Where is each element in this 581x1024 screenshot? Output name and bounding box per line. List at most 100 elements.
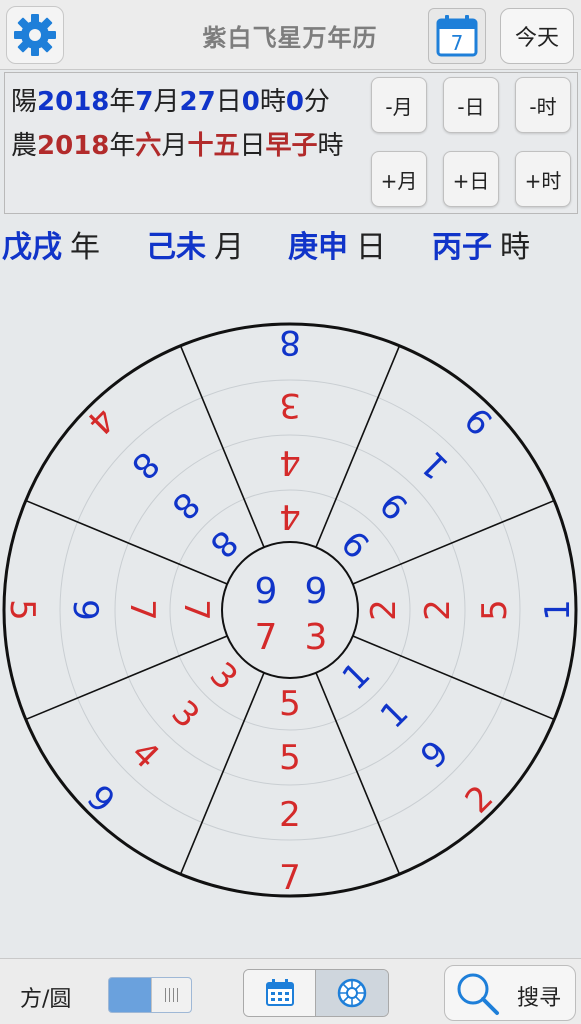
mode-label: 方/圆 <box>20 987 72 1012</box>
star-bottom-right-2: 9 <box>413 733 457 777</box>
star-right-4: 2 <box>364 599 404 621</box>
calendar-icon: 7 <box>436 15 478 57</box>
guide-ring-2 <box>114 434 466 786</box>
star-top-1: 8 <box>279 322 301 362</box>
center-top-left: 9 <box>255 571 278 612</box>
star-bottom-right-4: 1 <box>335 655 379 699</box>
lunar-hour-unit: 時 <box>317 131 344 161</box>
toggle-knob[interactable] <box>151 978 191 1012</box>
ganzhi-hour: 丙子時 <box>432 222 530 266</box>
star-bottom-right-1: 2 <box>458 778 502 822</box>
date-panel: 陽2018年7月27日0時0分 農2018年六月十五日早子時 -月 -日 -时 … <box>4 72 578 214</box>
circle-view-button[interactable] <box>316 970 388 1016</box>
star-top-4: 4 <box>279 496 301 536</box>
center-bottom-left: 7 <box>255 617 278 658</box>
solar-month: 7 <box>135 87 154 117</box>
compass-icon <box>337 978 367 1008</box>
square-round-toggle[interactable] <box>108 977 192 1013</box>
solar-hour-unit: 時 <box>259 87 286 117</box>
calendar-view-button[interactable] <box>244 970 316 1016</box>
chart-center: 9 9 7 3 <box>255 571 328 658</box>
star-top-left-2: 8 <box>123 443 167 487</box>
calendar-day-number: 7 <box>451 31 464 55</box>
ganzhi-year: 戊戌年 <box>2 222 100 266</box>
lunar-day-unit: 日 <box>239 131 266 161</box>
star-left-4: 7 <box>176 599 216 621</box>
minus-month-button[interactable]: -月 <box>371 77 427 133</box>
ganzhi-month: 己未月 <box>146 222 244 266</box>
star-top-right-1: 9 <box>458 399 502 443</box>
lunar-day: 十五 <box>187 131 240 161</box>
solar-year: 2018 <box>37 87 110 117</box>
lunar-month-unit: 月 <box>161 131 188 161</box>
star-top-3: 4 <box>279 442 301 482</box>
solar-minute: 0 <box>285 87 304 117</box>
lunar-date: 農2018年六月十五日早子時 <box>11 125 344 162</box>
flying-star-svg: 8344919915222911725594335 9 7 74888 9 9 7 3 <box>2 322 578 898</box>
star-left-2: 9 <box>65 599 105 621</box>
star-top-2: 3 <box>279 385 301 425</box>
bottom-bar: 方/圆 搜寻 <box>0 958 581 1024</box>
lunar-month: 六 <box>135 131 162 161</box>
star-bottom-3: 5 <box>279 738 301 778</box>
star-bottom-4: 5 <box>279 684 301 724</box>
search-button[interactable]: 搜寻 <box>444 965 576 1021</box>
ganzhi-day: 庚申日 <box>288 222 386 266</box>
star-bottom-right-3: 1 <box>373 693 417 737</box>
minus-day-button[interactable]: -日 <box>443 77 499 133</box>
day-stem: 庚申 <box>288 230 348 265</box>
hour-unit: 時 <box>500 230 530 265</box>
hour-stem: 丙子 <box>432 230 492 265</box>
star-top-right-2: 1 <box>413 443 457 487</box>
plus-day-button[interactable]: +日 <box>443 151 499 207</box>
star-right-3: 2 <box>418 599 458 621</box>
solar-date: 陽2018年7月27日0時0分 <box>11 81 330 118</box>
plus-hour-button[interactable]: +时 <box>515 151 571 207</box>
calendar-grid-icon <box>265 979 294 1006</box>
calendar-button[interactable]: 7 <box>428 8 486 64</box>
star-bottom-left-1: 9 <box>79 778 123 822</box>
center-ring <box>221 541 359 679</box>
star-bottom-left-4: 3 <box>202 655 246 699</box>
star-top-left-3: 8 <box>164 484 208 528</box>
solar-month-unit: 月 <box>153 87 180 117</box>
star-left-3: 7 <box>122 599 162 621</box>
lunar-hour: 早子 <box>265 131 318 161</box>
chart-numbers: 8344919915222911725594335 9 7 74888 <box>2 322 578 898</box>
day-unit: 日 <box>356 230 386 265</box>
view-switch <box>243 969 389 1017</box>
lunar-year-unit: 年 <box>109 131 136 161</box>
solar-minute-unit: 分 <box>303 87 330 117</box>
lunar-prefix: 農 <box>11 131 38 161</box>
app-header: 紫白飞星万年历 7 今天 <box>0 0 581 70</box>
month-stem: 己未 <box>146 230 206 265</box>
star-top-left-4: 8 <box>202 522 246 566</box>
today-button[interactable]: 今天 <box>500 8 574 64</box>
month-unit: 月 <box>214 230 244 265</box>
star-top-left-1: 4 <box>79 399 123 443</box>
star-top-right-4: 9 <box>335 522 379 566</box>
solar-year-unit: 年 <box>109 87 136 117</box>
star-bottom-1: 7 <box>279 858 301 898</box>
center-top-right: 9 <box>305 571 328 612</box>
flying-star-chart: 83449199152229117255943359774888 9 9 7 3 <box>0 270 581 950</box>
settings-button[interactable] <box>6 6 64 64</box>
center-bottom-right: 3 <box>305 617 328 658</box>
minus-hour-button[interactable]: -时 <box>515 77 571 133</box>
plus-month-button[interactable]: +月 <box>371 151 427 207</box>
solar-prefix: 陽 <box>11 87 38 117</box>
app-title: 紫白飞星万年历 <box>202 24 378 52</box>
star-bottom-2: 2 <box>279 795 301 835</box>
search-label: 搜寻 <box>517 986 562 1011</box>
solar-day: 27 <box>179 87 216 117</box>
ganzhi-row: 戊戌年 己未月 庚申日 丙子時 <box>0 222 581 266</box>
star-bottom-left-3: 3 <box>164 693 208 737</box>
solar-day-unit: 日 <box>215 87 242 117</box>
search-icon <box>457 973 499 1015</box>
year-stem: 戊戌 <box>2 230 62 265</box>
star-left-1: 5 <box>2 599 42 621</box>
star-right-2: 5 <box>475 599 515 621</box>
star-top-right-3: 9 <box>373 484 417 528</box>
star-right-1: 1 <box>538 599 578 621</box>
star-bottom-left-2: 4 <box>123 733 167 777</box>
